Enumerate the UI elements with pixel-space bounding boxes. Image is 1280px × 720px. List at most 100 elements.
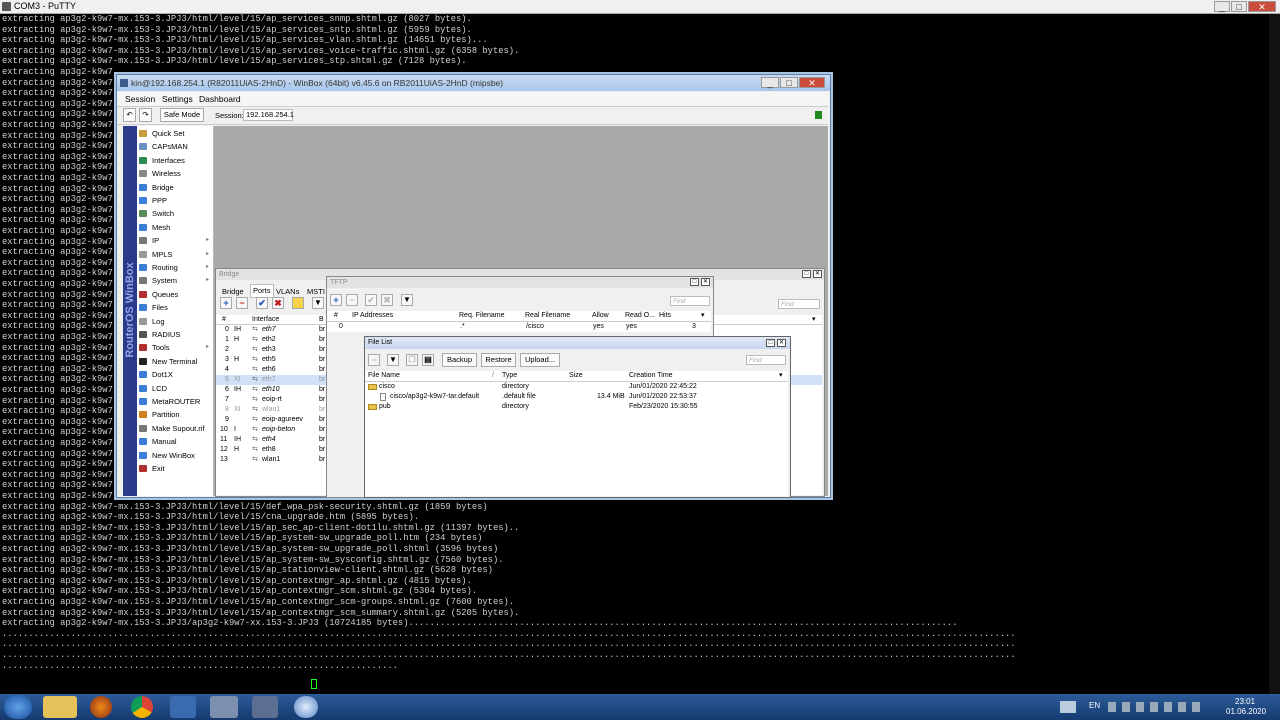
file-dropdown-icon[interactable]: ▾	[779, 371, 783, 380]
tftp-maximize-button[interactable]: □	[690, 278, 699, 286]
restore-button[interactable]: Restore	[481, 353, 516, 367]
disable-icon[interactable]: ✖	[272, 297, 284, 309]
sidebar-item-new-terminal[interactable]: New Terminal	[137, 355, 213, 368]
sidebar-item-bridge[interactable]: Bridge	[137, 181, 213, 194]
add-icon[interactable]: +	[220, 297, 232, 309]
sidebar-item-new-winbox[interactable]: New WinBox	[137, 449, 213, 462]
menu-settings[interactable]: Settings	[162, 92, 193, 106]
sidebar-item-exit[interactable]: Exit	[137, 462, 213, 475]
redo-button[interactable]: ↷	[139, 108, 152, 122]
sidebar-item-wireless[interactable]: Wireless	[137, 167, 213, 180]
remove-icon[interactable]: −	[236, 297, 248, 309]
menu-dashboard[interactable]: Dashboard	[199, 92, 241, 106]
filter-icon[interactable]: ▼	[312, 297, 324, 309]
sidebar-item-make-supout-rif[interactable]: Make Supout.rif	[137, 422, 213, 435]
col-type[interactable]: Type	[502, 371, 517, 380]
sidebar-item-dot1x[interactable]: Dot1X	[137, 368, 213, 381]
bridge-close-button[interactable]: ✕	[813, 270, 822, 278]
sidebar-item-log[interactable]: Log	[137, 315, 213, 328]
tftp-filter-icon[interactable]: ▼	[401, 294, 413, 306]
tftp-col-req[interactable]: Req. Filename	[459, 311, 505, 320]
file-list-window[interactable]: File List □ ✕ − ▼ ❐ ▤ Backup Restore Upl…	[364, 336, 791, 498]
tftp-col-allow[interactable]: Allow	[592, 311, 609, 320]
upload-button[interactable]: Upload...	[520, 353, 560, 367]
bridge-find-input[interactable]: Find	[778, 299, 820, 309]
terminal-scrollbar[interactable]	[1269, 14, 1280, 694]
tftp-col-readonly[interactable]: Read O...	[625, 311, 655, 320]
col-file-name[interactable]: File Name	[368, 371, 400, 380]
tray-time[interactable]: 23:01	[1235, 697, 1255, 706]
firefox-icon[interactable]	[90, 696, 112, 718]
sidebar-item-system[interactable]: System ▸	[137, 274, 213, 287]
sidebar-item-manual[interactable]: Manual	[137, 435, 213, 448]
winbox-close-button[interactable]: ✕	[799, 77, 825, 88]
tftp-find-input[interactable]: Find	[670, 296, 710, 306]
sidebar-item-capsman[interactable]: CAPsMAN	[137, 140, 213, 153]
list-item[interactable]: cisco/ap3g2-k9w7-tar.default .default fil…	[365, 392, 788, 402]
tab-ports[interactable]: Ports	[250, 284, 274, 298]
tftp-dropdown-icon[interactable]: ▾	[701, 311, 705, 320]
file-list-maximize-button[interactable]: □	[766, 339, 775, 347]
tray-language[interactable]: EN	[1089, 701, 1100, 710]
sidebar-item-partition[interactable]: Partition	[137, 408, 213, 421]
sidebar-item-queues[interactable]: Queues	[137, 288, 213, 301]
session-field[interactable]: 192.168.254.1	[243, 109, 294, 121]
file-copy-icon[interactable]: ❐	[406, 354, 418, 366]
network-app-icon[interactable]	[170, 696, 196, 718]
comment-icon[interactable]	[292, 297, 304, 309]
col-number[interactable]: #	[222, 315, 226, 324]
sidebar-item-metarouter[interactable]: MetaROUTER	[137, 395, 213, 408]
tftp-col-number[interactable]: #	[334, 311, 338, 320]
sidebar-item-lcd[interactable]: LCD	[137, 382, 213, 395]
putty-maximize-button[interactable]: □	[1231, 1, 1247, 12]
file-list-titlebar[interactable]: File List	[365, 337, 790, 349]
sidebar-item-mesh[interactable]: Mesh	[137, 221, 213, 234]
chrome-icon[interactable]	[131, 696, 153, 718]
sidebar-item-ip[interactable]: IP ▸	[137, 234, 213, 247]
start-button[interactable]	[4, 695, 32, 719]
tray-date[interactable]: 01.06.2020	[1226, 707, 1266, 716]
safe-mode-button[interactable]: Safe Mode	[160, 108, 204, 122]
winbox-titlebar[interactable]: kin@192.168.254.1 (R82011UiAS-2HnD) - Wi…	[117, 75, 830, 91]
col-creation-time[interactable]: Creation Time	[629, 371, 673, 380]
tftp-disable-icon[interactable]: ✖	[381, 294, 393, 306]
file-remove-icon[interactable]: −	[368, 354, 380, 366]
bridge-maximize-button[interactable]: □	[802, 270, 811, 278]
file-filter-icon[interactable]: ▼	[387, 354, 399, 366]
dropdown-icon[interactable]: ▾	[812, 315, 816, 324]
tftp-enable-icon[interactable]: ✔	[365, 294, 377, 306]
tftp-add-icon[interactable]: +	[330, 294, 342, 306]
sidebar-item-interfaces[interactable]: Interfaces	[137, 154, 213, 167]
clock-app-icon[interactable]	[294, 696, 318, 718]
tftp-row[interactable]: 0 .* /cisco yes yes 3	[327, 322, 711, 332]
winbox-taskbar-icon[interactable]	[252, 696, 278, 718]
file-find-input[interactable]: Find	[746, 355, 786, 365]
file-list-close-button[interactable]: ✕	[777, 339, 786, 347]
sidebar-item-tools[interactable]: Tools ▸	[137, 341, 213, 354]
sidebar-item-ppp[interactable]: PPP	[137, 194, 213, 207]
explorer-icon[interactable]	[43, 696, 77, 718]
list-item[interactable]: pub directory Feb/23/2020 15:30:55	[365, 402, 788, 412]
file-paste-icon[interactable]: ▤	[422, 354, 434, 366]
backup-button[interactable]: Backup	[442, 353, 477, 367]
tftp-col-ip[interactable]: IP Addresses	[352, 311, 393, 320]
tray-notification-icon[interactable]	[1060, 701, 1076, 713]
undo-button[interactable]: ↶	[123, 108, 136, 122]
sidebar-item-radius[interactable]: RADIUS	[137, 328, 213, 341]
winbox-window[interactable]: kin@192.168.254.1 (R82011UiAS-2HnD) - Wi…	[116, 74, 831, 498]
tftp-col-hits[interactable]: Hits	[659, 311, 671, 320]
tray-icons[interactable]	[1108, 702, 1200, 712]
sidebar-item-switch[interactable]: Switch	[137, 207, 213, 220]
sidebar-item-routing[interactable]: Routing ▸	[137, 261, 213, 274]
tftp-remove-icon[interactable]: −	[346, 294, 358, 306]
sidebar-item-quick-set[interactable]: Quick Set	[137, 127, 213, 140]
menu-session[interactable]: Session	[125, 92, 155, 106]
col-size[interactable]: Size	[569, 371, 583, 380]
putty-close-button[interactable]: ✕	[1248, 1, 1276, 12]
enable-icon[interactable]: ✔	[256, 297, 268, 309]
tftp-close-button[interactable]: ✕	[701, 278, 710, 286]
sidebar-item-files[interactable]: Files	[137, 301, 213, 314]
putty-minimize-button[interactable]: _	[1214, 1, 1230, 12]
col-interface[interactable]: Interface	[252, 315, 279, 324]
winbox-minimize-button[interactable]: _	[761, 77, 779, 88]
